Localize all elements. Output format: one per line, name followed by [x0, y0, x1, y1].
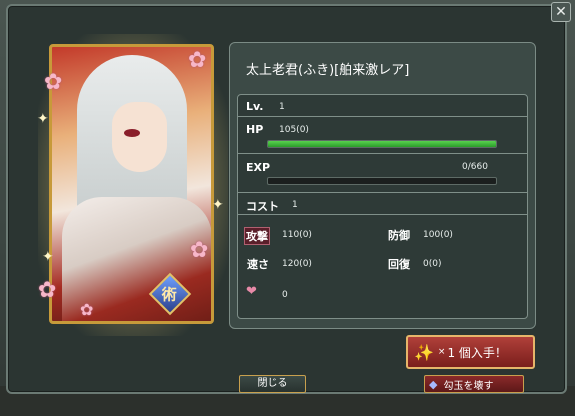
sakura-icon: ✿ [188, 48, 207, 73]
sakura-icon: ✿ [38, 278, 57, 303]
get-count-prefix: × [437, 347, 446, 357]
cost-label: コスト [246, 200, 279, 213]
defense-label: 防御 [388, 229, 410, 242]
sakura-icon: ✿ [80, 300, 94, 319]
hp-row [238, 117, 527, 154]
affection-value: 0 [282, 290, 288, 300]
exp-value: 0/660 [462, 162, 488, 172]
magatama-icon: ◆ [429, 377, 438, 391]
emblem-diamond-icon: 術 [148, 272, 192, 316]
get-one-button[interactable]: ✨ × 1 個入手！ [406, 335, 535, 369]
speed-label: 速さ [247, 258, 269, 271]
hp-label: HP [246, 123, 264, 136]
character-face [112, 102, 167, 172]
card-name: 太上老君(ふき)[舶来激レア] [246, 63, 410, 78]
hp-bar [267, 140, 497, 148]
close-x-button[interactable]: ✕ [551, 2, 571, 22]
recovery-value: 0(0) [423, 259, 442, 269]
break-magatama-label: 勾玉を壊す [443, 380, 494, 392]
close-button[interactable]: 閉じる [239, 375, 306, 393]
attack-label: 攻撃 [244, 227, 270, 245]
level-label: Lv. [246, 100, 264, 113]
cost-row [238, 193, 527, 215]
sakura-icon: ✿ [44, 70, 63, 95]
break-magatama-button[interactable]: ◆ 勾玉を壊す [424, 375, 524, 393]
emblem-text: 術 [162, 285, 178, 304]
sparkle-key-icon: ✨ [414, 342, 434, 362]
level-value: 1 [279, 102, 285, 112]
defense-value: 100(0) [423, 230, 453, 240]
sakura-icon: ✿ [190, 238, 209, 263]
sparkle-icon: ✦ [42, 249, 54, 265]
heart-icon: ❤ [246, 284, 257, 299]
hp-value: 105(0) [279, 125, 309, 135]
cost-value: 1 [292, 200, 298, 210]
character-eye [124, 129, 140, 137]
hp-bar-fill [268, 141, 496, 147]
card-type-emblem: 術 [135, 272, 205, 316]
recovery-label: 回復 [388, 258, 410, 271]
speed-value: 120(0) [282, 259, 312, 269]
attack-value: 110(0) [282, 230, 312, 240]
exp-label: EXP [246, 161, 271, 174]
get-one-label: 1 個入手！ [447, 345, 507, 360]
sparkle-icon: ✦ [37, 111, 49, 127]
sparkle-icon: ✦ [212, 197, 224, 213]
exp-bar [267, 177, 497, 185]
exp-row [238, 154, 527, 193]
